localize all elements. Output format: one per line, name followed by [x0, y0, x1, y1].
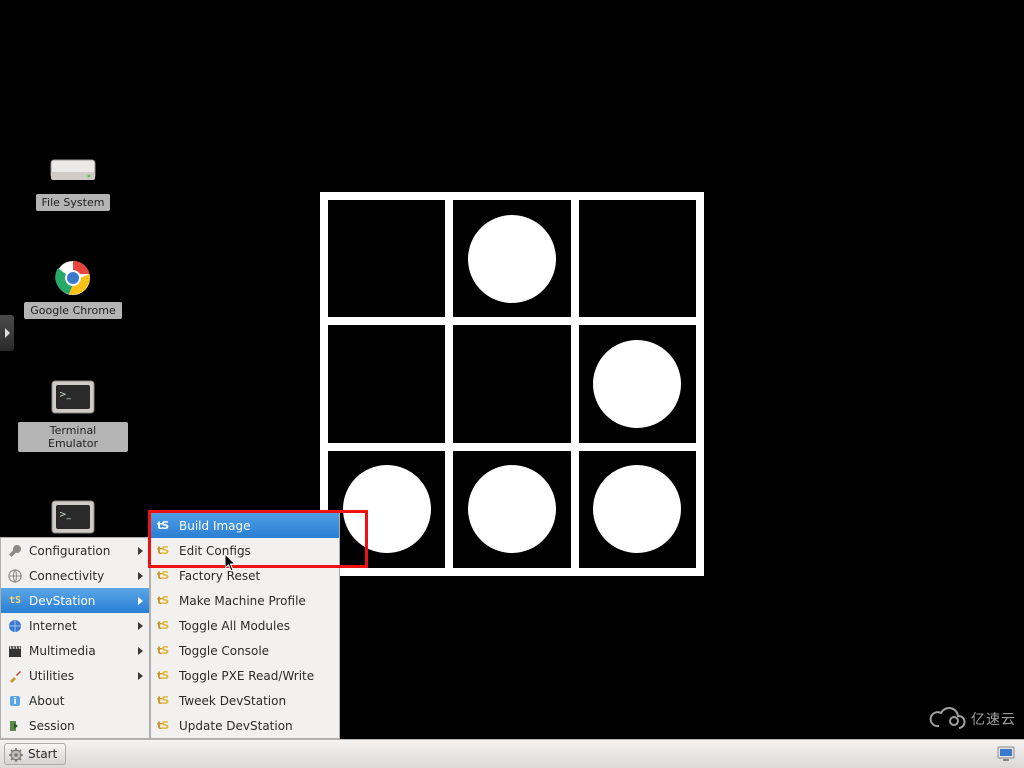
devstation-icon: tS — [157, 519, 173, 532]
menu-item-internet[interactable]: Internet — [1, 613, 149, 638]
wrench-icon — [7, 543, 23, 559]
submenu-item-tweek-devstation[interactable]: tS Tweek DevStation — [151, 688, 339, 713]
watermark: 亿速云 — [927, 706, 1016, 732]
chevron-right-icon — [138, 672, 143, 680]
display-icon[interactable] — [996, 744, 1016, 764]
desktop-icon-label: File System — [36, 194, 111, 211]
desktop-icon-label: Google Chrome — [24, 302, 121, 319]
chevron-right-icon — [5, 328, 10, 338]
devstation-icon: tS — [7, 593, 23, 609]
terminal-icon: >_ — [49, 498, 97, 538]
devstation-icon: tS — [157, 619, 173, 632]
submenu-item-factory-reset[interactable]: tS Factory Reset — [151, 563, 339, 588]
info-icon: i — [7, 693, 23, 709]
chevron-right-icon — [138, 572, 143, 580]
start-menu[interactable]: Configuration Connectivity tS DevStation… — [0, 537, 150, 739]
devstation-icon: tS — [157, 594, 173, 607]
submenu-item-build-image[interactable]: tS Build Image — [151, 513, 339, 538]
submenu-item-toggle-pxe-rw[interactable]: tS Toggle PXE Read/Write — [151, 663, 339, 688]
chrome-icon — [49, 258, 97, 298]
network-icon — [7, 568, 23, 584]
devstation-icon: tS — [157, 719, 173, 732]
start-button[interactable]: Start — [4, 743, 66, 765]
chevron-right-icon — [138, 647, 143, 655]
taskbar: Start — [0, 739, 1024, 768]
exit-icon — [7, 718, 23, 734]
system-tray — [996, 744, 1020, 764]
desktop-icon-filesystem[interactable]: File System — [18, 150, 128, 211]
gear-icon — [9, 747, 23, 761]
menu-item-multimedia[interactable]: Multimedia — [1, 638, 149, 663]
devstation-icon: tS — [157, 669, 173, 682]
devstation-icon: tS — [157, 544, 173, 557]
desktop-icon-terminal[interactable]: >_ Terminal Emulator — [18, 378, 128, 452]
svg-text:i: i — [13, 697, 16, 707]
submenu-item-toggle-all-modules[interactable]: tS Toggle All Modules — [151, 613, 339, 638]
desktop-icon-chrome[interactable]: Google Chrome — [18, 258, 128, 319]
globe-icon — [7, 618, 23, 634]
tools-icon — [7, 668, 23, 684]
menu-item-configuration[interactable]: Configuration — [1, 538, 149, 563]
submenu-item-toggle-console[interactable]: tS Toggle Console — [151, 638, 339, 663]
svg-text:>_: >_ — [59, 510, 72, 520]
cloud-icon — [927, 706, 967, 732]
desktop-icon-label: Terminal Emulator — [18, 422, 128, 452]
drive-icon — [49, 150, 97, 190]
menu-item-devstation[interactable]: tS DevStation — [1, 588, 149, 613]
devstation-icon: tS — [157, 694, 173, 707]
devstation-icon: tS — [157, 569, 173, 582]
start-submenu-devstation[interactable]: tS Build Image tS Edit Configs tS Factor… — [150, 512, 340, 739]
panel-expand-tab[interactable] — [0, 315, 14, 351]
clapper-icon — [7, 643, 23, 659]
svg-text:>_: >_ — [59, 390, 72, 400]
watermark-text: 亿速云 — [971, 709, 1016, 729]
submenu-item-make-machine-profile[interactable]: tS Make Machine Profile — [151, 588, 339, 613]
desktop-icon-terminal-2[interactable]: >_ — [18, 498, 128, 538]
menu-item-utilities[interactable]: Utilities — [1, 663, 149, 688]
submenu-item-edit-configs[interactable]: tS Edit Configs — [151, 538, 339, 563]
menu-item-session[interactable]: Session — [1, 713, 149, 738]
chevron-right-icon — [138, 547, 143, 555]
submenu-item-update-devstation[interactable]: tS Update DevStation — [151, 713, 339, 738]
start-button-label: Start — [28, 747, 57, 761]
chevron-right-icon — [138, 622, 143, 630]
chevron-right-icon — [138, 597, 143, 605]
menu-item-connectivity[interactable]: Connectivity — [1, 563, 149, 588]
devstation-icon: tS — [157, 644, 173, 657]
desktop-wallpaper-logo — [320, 192, 704, 576]
menu-item-about[interactable]: i About — [1, 688, 149, 713]
terminal-icon: >_ — [49, 378, 97, 418]
